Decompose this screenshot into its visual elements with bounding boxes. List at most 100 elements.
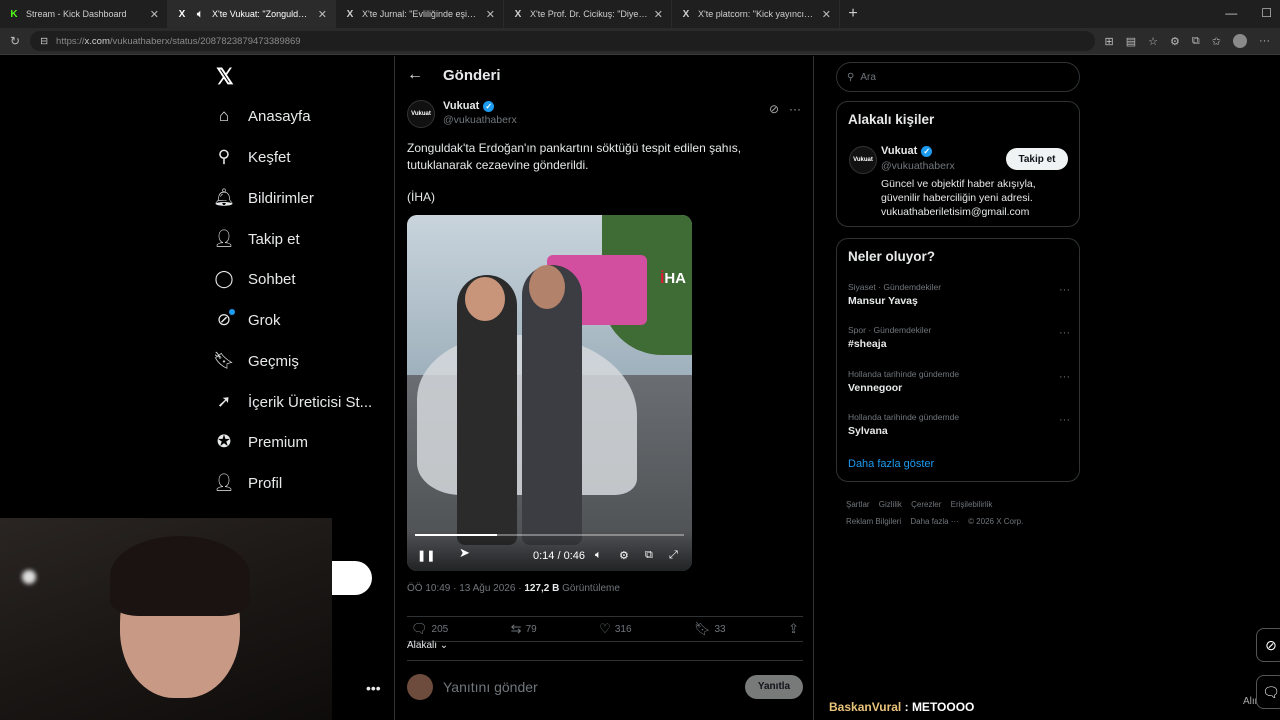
close-icon[interactable]: ✕ [486,8,495,21]
mouse-cursor-icon: ➤ [459,545,470,560]
bookmark-icon: 🔖︎ [213,351,235,370]
trend-item[interactable]: Spor · Gündemdekiler #sheaja ··· [848,325,1070,350]
reply-count: 205 [431,623,449,635]
related-name-row[interactable]: Vukuat ✓ [881,145,933,157]
sidebar-item-profile[interactable]: 👤︎ Profil [213,473,282,493]
url-field[interactable]: ⊟ https://x.com/vukuathaberx/status/2087… [30,31,1095,51]
show-more-link[interactable]: Daha fazla göster [848,458,934,470]
grok-explain-icon[interactable]: ⊘ [769,102,779,116]
menu-icon[interactable]: ··· [1259,35,1270,47]
post-time[interactable]: ÖÖ 10:49 · 13 Ağu 2026 · [407,583,524,594]
extensions-icon[interactable]: ⚙ [1170,35,1180,48]
close-icon[interactable]: ✕ [654,8,663,21]
bookmark-icon: 🔖︎ [693,621,711,636]
sidebar-item-label: Sohbet [248,270,296,288]
footer-link[interactable]: Reklam Bilgileri [846,517,901,526]
site-info-icon[interactable]: ⊟ [40,36,48,47]
trend-item[interactable]: Siyaset · Gündemdekiler Mansur Yavaş ··· [848,282,1070,307]
new-tab-button[interactable]: + [840,0,866,28]
account-menu-icon[interactable]: ••• [366,680,381,696]
repost-button[interactable]: ⇆ 79 [511,621,537,637]
footer-link[interactable]: Şartlar [846,500,870,509]
post-source: (İHA) [407,190,435,204]
close-icon[interactable]: ✕ [822,8,831,21]
reply-submit-button[interactable]: Yanıtla [745,674,803,699]
footer-link[interactable]: Daha fazla ··· [910,517,958,526]
sidebar-item-notifications[interactable]: 🔔︎ Bildirimler [213,188,314,208]
reload-icon[interactable]: ↻ [10,34,20,48]
browser-tab[interactable]: X X'te platcorn: "Kick yayıncısı Sıla Er… [672,0,840,28]
profile-avatar[interactable] [1233,34,1247,48]
maximize-icon[interactable]: ☐ [1261,6,1272,20]
sidebar-item-history[interactable]: 🔖︎ Geçmiş [213,351,299,371]
follow-button[interactable]: Takip et [1006,148,1068,170]
like-button[interactable]: ♡ 316 [599,621,631,637]
back-arrow-icon[interactable]: ← [407,66,423,84]
browser-tab-active[interactable]: X 🔈︎ X'te Vukuat: "Zonguldak'ta Er ✕ [168,0,336,28]
author-handle[interactable]: @vukuathaberx [443,114,517,126]
search-input[interactable]: ⚲ Ara [836,62,1080,92]
author-name[interactable]: Vukuat [443,100,479,112]
more-options-icon[interactable]: ··· [1059,284,1070,296]
browser-tab[interactable]: X X'te Prof. Dr. Cicikuş: "Diyecek bir ✕ [504,0,672,28]
volume-icon[interactable]: 🔈︎ [595,549,602,562]
trend-name: Sylvana [848,425,888,437]
sidebar-item-chat[interactable]: ◯ Sohbet [214,269,296,289]
avatar[interactable]: Vukuat [849,146,877,174]
sidebar-item-follow[interactable]: 👤︎ Takip et [213,229,300,249]
avatar[interactable]: Vukuat [407,100,435,128]
minimize-icon[interactable]: — [1225,6,1237,20]
sidebar-item-premium[interactable]: ✪ Premium [214,432,308,452]
x-logo-icon[interactable]: 𝕏 [216,64,234,90]
more-options-icon[interactable]: ··· [1059,327,1070,339]
close-icon[interactable]: ✕ [318,8,327,21]
fullscreen-icon[interactable]: ⤢ [669,549,678,562]
video-progress-bar[interactable] [415,534,684,536]
share-button[interactable]: ⇪ [788,621,799,637]
sidebar-item-creator-studio[interactable]: ➚ İçerik Üreticisi St... [214,392,372,412]
footer-link[interactable]: Gizlilik [879,500,902,509]
add-user-icon: 👤︎ [213,229,235,248]
reply-button[interactable]: 🗨︎ 205 [411,621,448,637]
reader-icon[interactable]: ▤ [1126,35,1136,48]
search-icon: ⚲ [847,71,855,83]
grok-chat-icon[interactable]: ⊘ [1256,628,1280,662]
more-options-icon[interactable]: ··· [1059,414,1070,426]
pip-icon[interactable]: ⧉ [645,549,653,562]
more-options-icon[interactable]: ··· [789,102,801,116]
close-icon[interactable]: ✕ [150,8,159,21]
trend-item[interactable]: Hollanda tarihinde gündemde Sylvana ··· [848,412,1070,437]
trends-title: Neler oluyor? [848,249,936,264]
chat-username: BaskanVural [829,700,902,714]
related-handle[interactable]: @vukuathaberx [881,160,955,172]
bookmark-button[interactable]: 🔖︎ 33 [694,621,726,637]
trend-name: Vennegoor [848,382,903,394]
post-button[interactable] [332,561,372,595]
author-name-row: Vukuat ✓ [443,100,517,112]
app-icon[interactable]: ⊞ [1105,35,1114,48]
post-author[interactable]: Vukuat Vukuat ✓ @vukuathaberx [407,100,517,128]
video-player[interactable]: İHA ❚❚ ➤ 0:14 / 0:46 🔈︎ ⚙ ⧉ ⤢ [407,215,692,571]
tab-title: X'te platcorn: "Kick yayıncısı Sıla Er [698,9,816,19]
url-prefix: https:// [56,35,85,47]
favorites-icon[interactable]: ✩ [1212,35,1221,48]
reply-input[interactable]: Yanıtını gönder [443,679,735,695]
sidebar-item-grok[interactable]: ⊘ Grok [214,309,281,330]
pause-icon[interactable]: ❚❚ [417,549,435,562]
sort-dropdown[interactable]: Alakalı ⌄ [407,640,448,651]
split-icon[interactable]: ⧉ [1192,35,1200,48]
more-options-icon[interactable]: ··· [1059,371,1070,383]
post-text: Zonguldak'ta Erdoğan'ın pankartını söktü… [407,140,807,174]
sidebar-item-home[interactable]: ⌂ Anasayfa [214,106,311,126]
sidebar-item-explore[interactable]: ⚲ Keşfet [214,147,291,167]
browser-tab[interactable]: X X'te Jurnal: "Evliliğinde eşiyle yaşa … [336,0,504,28]
footer-link[interactable]: Erişilebilirlik [951,500,993,509]
favorite-icon[interactable]: ☆ [1148,35,1158,48]
browser-tab[interactable]: K Stream - Kick Dashboard ✕ [0,0,168,28]
footer-link[interactable]: Çerezler [911,500,941,509]
reply-sort-row: Alakalı ⌄ Alıntıları görüntüle › [407,640,1280,707]
trend-item[interactable]: Hollanda tarihinde gündemde Vennegoor ··… [848,369,1070,394]
speaker-icon[interactable]: 🔈︎ [194,8,206,20]
settings-icon[interactable]: ⚙ [619,549,629,562]
messages-icon[interactable]: 🗨︎ [1256,675,1280,709]
